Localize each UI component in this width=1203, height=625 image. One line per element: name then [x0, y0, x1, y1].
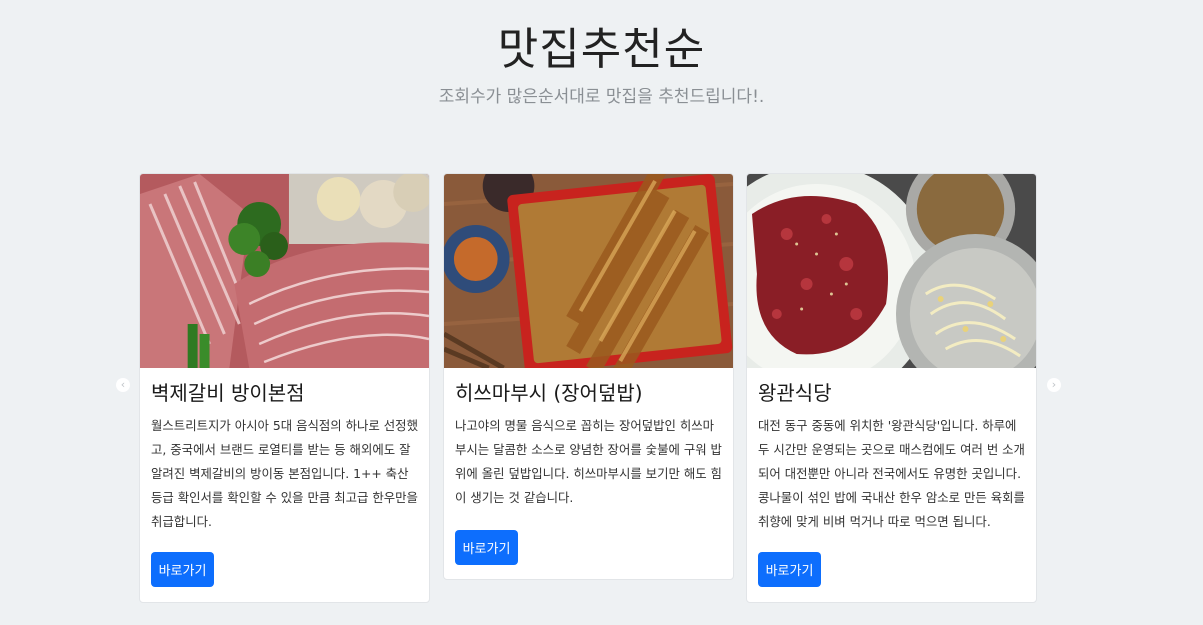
restaurant-card: 왕관식당 대전 동구 중동에 위치한 '왕관식당'입니다. 하루에 두 시간만 … [746, 173, 1037, 603]
go-button[interactable]: 바로가기 [758, 552, 821, 587]
card-text: 나고야의 명물 음식으로 꼽히는 장어덮밥인 히쓰마부시는 달콤한 소스로 양념… [455, 418, 722, 505]
go-button[interactable]: 바로가기 [455, 530, 518, 565]
page-subtitle: 조회수가 많은순서대로 맛집을 추천드립니다!. [438, 87, 765, 107]
page-header: 맛집추천순 조회수가 많은순서대로 맛집을 추천드립니다!. [0, 0, 1203, 108]
page-title: 맛집추천순 [497, 24, 706, 75]
card-title: 히쓰마부시 (장어덮밥) [455, 381, 643, 405]
card-image-eel [444, 174, 733, 368]
card-title: 벽제갈비 방이본점 [151, 381, 305, 405]
restaurant-card: 벽제갈비 방이본점 월스트리트지가 아시아 5대 음식점의 하나로 선정했고, … [139, 173, 430, 603]
restaurant-carousel: 벽제갈비 방이본점 월스트리트지가 아시아 5대 음식점의 하나로 선정했고, … [139, 173, 1038, 613]
card-image-tartare [747, 174, 1036, 368]
chevron-left-icon[interactable]: ‹ [116, 378, 130, 392]
card-title: 왕관식당 [758, 381, 832, 405]
go-button[interactable]: 바로가기 [151, 552, 214, 587]
card-text: 월스트리트지가 아시아 5대 음식점의 하나로 선정했고, 중국에서 브랜드 로… [151, 418, 418, 529]
chevron-right-icon[interactable]: › [1047, 378, 1061, 392]
restaurant-card: 히쓰마부시 (장어덮밥) 나고야의 명물 음식으로 꼽히는 장어덮밥인 히쓰마부… [443, 173, 734, 580]
card-image-beef [140, 174, 429, 368]
card-text: 대전 동구 중동에 위치한 '왕관식당'입니다. 하루에 두 시간만 운영되는 … [758, 418, 1025, 529]
